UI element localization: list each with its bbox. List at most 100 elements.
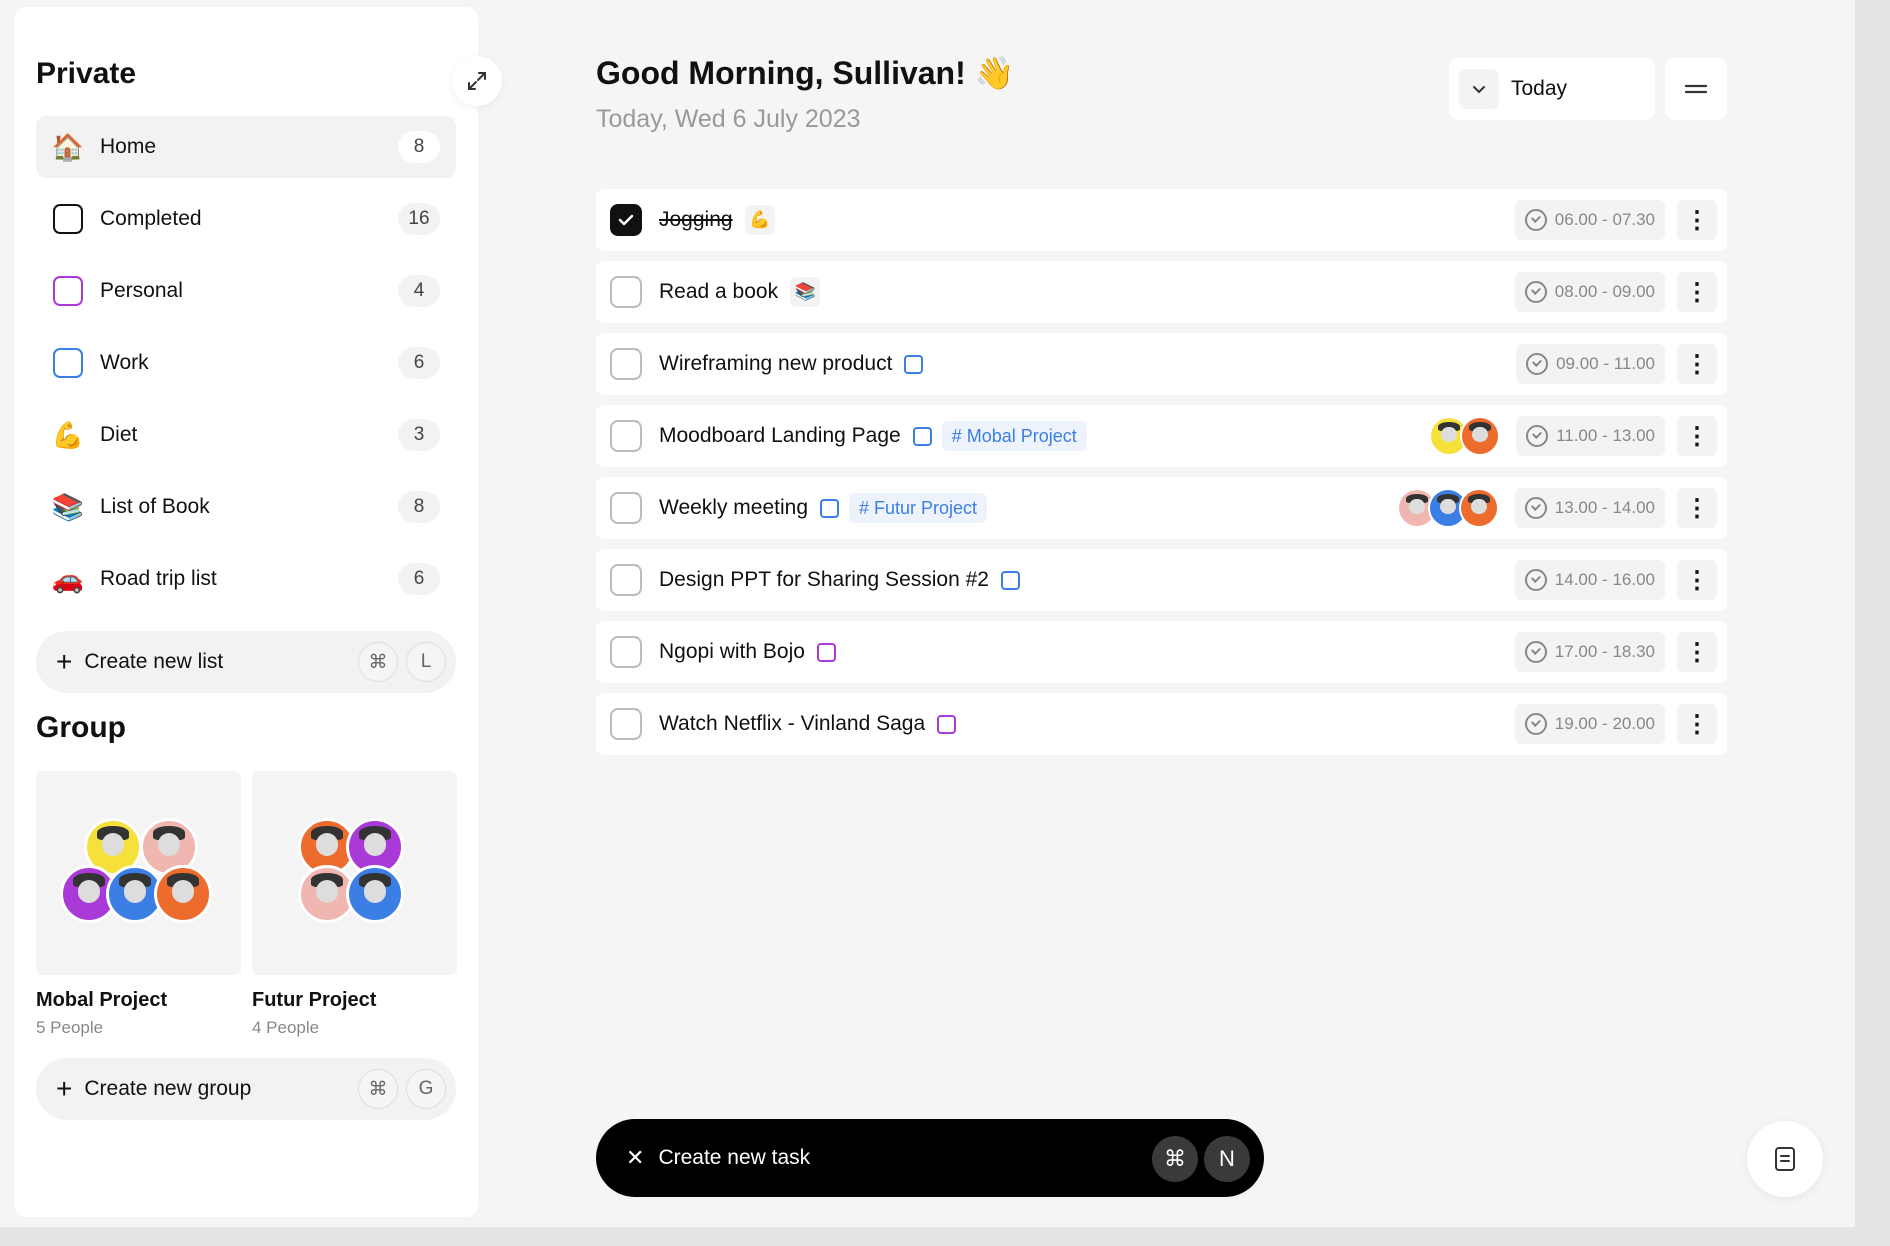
car-icon: 🚗 [51,563,85,594]
group-card-mobal-project[interactable]: Mobal Project 5 People [36,771,241,1038]
shortcut-keys: ⌘ G [358,1069,446,1109]
sidebar-item-count: 8 [398,131,440,163]
command-key: ⌘ [358,642,398,682]
plus-icon: + [56,646,73,677]
task-checkbox[interactable] [610,708,642,740]
square-icon [52,347,84,379]
sidebar-item-completed[interactable]: Completed 16 [36,188,456,250]
clock-icon [1526,353,1549,375]
task-checkbox[interactable] [610,492,642,524]
group-cards: Mobal Project 5 People Futur Project 4 P… [36,771,457,1038]
task-row[interactable]: Weekly meeting # Futur Project 13.00 - 1… [596,477,1727,539]
greeting-title: Good Morning, Sullivan! 👋 [596,55,1015,91]
more-vertical-icon: ⋮ [1685,422,1709,450]
clock-icon [1524,569,1547,591]
more-options-button[interactable]: ⋮ [1677,704,1717,744]
sidebar-item-road-trip-list[interactable]: 🚗 Road trip list 6 [36,548,456,610]
clock-icon [1524,497,1547,519]
more-vertical-icon: ⋮ [1685,206,1709,234]
task-checkbox[interactable] [610,420,642,452]
sidebar: Private 🏠 Home 8 Completed 16 Personal 4… [14,7,478,1217]
sidebar-item-personal[interactable]: Personal 4 [36,260,456,322]
sidebar-item-label: Home [100,135,157,158]
task-time: 17.00 - 18.30 [1514,632,1665,672]
sidebar-item-count: 8 [398,491,440,523]
task-row[interactable]: Watch Netflix - Vinland Saga 19.00 - 20.… [596,693,1727,755]
group-people-count: 5 People [36,1018,104,1037]
sidebar-item-diet[interactable]: 💪 Diet 3 [36,404,456,466]
create-group-button[interactable]: + Create new group ⌘ G [36,1058,456,1120]
sidebar-item-count: 6 [398,347,440,379]
books-icon: 📚 [790,277,821,307]
task-row[interactable]: Design PPT for Sharing Session #2 14.00 … [596,549,1727,611]
more-options-button[interactable]: ⋮ [1677,272,1717,312]
sidebar-item-label: List of Book [100,495,210,518]
more-options-button[interactable]: ⋮ [1677,200,1717,240]
chevron-down-icon [1459,69,1499,109]
task-row[interactable]: Ngopi with Bojo 17.00 - 18.30 ⋮ [596,621,1727,683]
more-options-button[interactable]: ⋮ [1677,632,1717,672]
group-avatars [252,771,457,975]
square-icon [52,275,84,307]
sidebar-item-home[interactable]: 🏠 Home 8 [36,116,456,178]
l-key: L [406,642,446,682]
task-time: 19.00 - 20.00 [1514,704,1665,744]
date-filter-dropdown[interactable]: Today [1449,58,1655,120]
task-checkbox[interactable] [610,276,642,308]
menu-button[interactable] [1665,58,1727,120]
task-title: Moodboard Landing Page [659,424,901,447]
task-title: Ngopi with Bojo [659,640,805,663]
task-time: 09.00 - 11.00 [1516,344,1665,384]
task-checkbox[interactable] [610,204,642,236]
task-time-label: 19.00 - 20.00 [1554,714,1655,733]
project-tag[interactable]: # Mobal Project [941,421,1087,451]
task-checkbox[interactable] [610,636,642,668]
more-options-button[interactable]: ⋮ [1677,344,1717,384]
sidebar-item-label: Completed [100,207,202,230]
expand-button[interactable] [452,56,502,106]
avatar [154,865,212,923]
task-row[interactable]: Read a book 📚 08.00 - 09.00 ⋮ [596,261,1727,323]
clock-icon [1524,641,1547,663]
clock-icon [1526,425,1549,447]
more-options-button[interactable]: ⋮ [1677,488,1717,528]
avatar [346,865,404,923]
clock-icon [1524,209,1547,231]
assignee-avatars [1429,416,1500,456]
sidebar-item-label: Personal [100,279,183,302]
date-filter-label: Today [1511,77,1568,100]
create-task-bar[interactable]: ✕ Create new task ⌘ N [596,1119,1264,1197]
task-checkbox[interactable] [610,564,642,596]
group-avatars [36,771,241,975]
task-checkbox[interactable] [610,348,642,380]
command-key: ⌘ [358,1069,398,1109]
more-options-button[interactable]: ⋮ [1677,560,1717,600]
task-row[interactable]: Jogging 💪 06.00 - 07.30 ⋮ [596,189,1727,251]
sidebar-item-label: Road trip list [100,567,217,590]
task-time-label: 08.00 - 09.00 [1554,282,1655,301]
sidebar-item-list-of-book[interactable]: 📚 List of Book 8 [36,476,456,538]
avatar [1460,416,1500,456]
clock-icon [1524,713,1547,735]
list-tag-icon [1000,570,1020,590]
group-card-futur-project[interactable]: Futur Project 4 People [252,771,457,1038]
task-time: 08.00 - 09.00 [1514,272,1665,312]
task-title: Wireframing new product [659,352,893,375]
list-tag-icon [816,642,836,662]
square-icon [52,203,84,235]
task-row[interactable]: Moodboard Landing Page # Mobal Project 1… [596,405,1727,467]
task-row[interactable]: Wireframing new product 09.00 - 11.00 ⋮ [596,333,1727,395]
private-section-title: Private [36,57,137,90]
notes-button[interactable] [1747,1121,1823,1197]
create-list-button[interactable]: + Create new list ⌘ L [36,631,456,693]
sidebar-item-work[interactable]: Work 6 [36,332,456,394]
sidebar-item-count: 4 [398,275,440,307]
task-title: Jogging [659,208,733,231]
task-time: 11.00 - 13.00 [1516,416,1665,456]
project-tag[interactable]: # Futur Project [849,493,988,523]
create-task-label: Create new task [658,1146,811,1169]
list-tag-icon [820,498,840,518]
more-options-button[interactable]: ⋮ [1677,416,1717,456]
command-key: ⌘ [1152,1136,1198,1182]
close-icon[interactable]: ✕ [626,1145,644,1171]
